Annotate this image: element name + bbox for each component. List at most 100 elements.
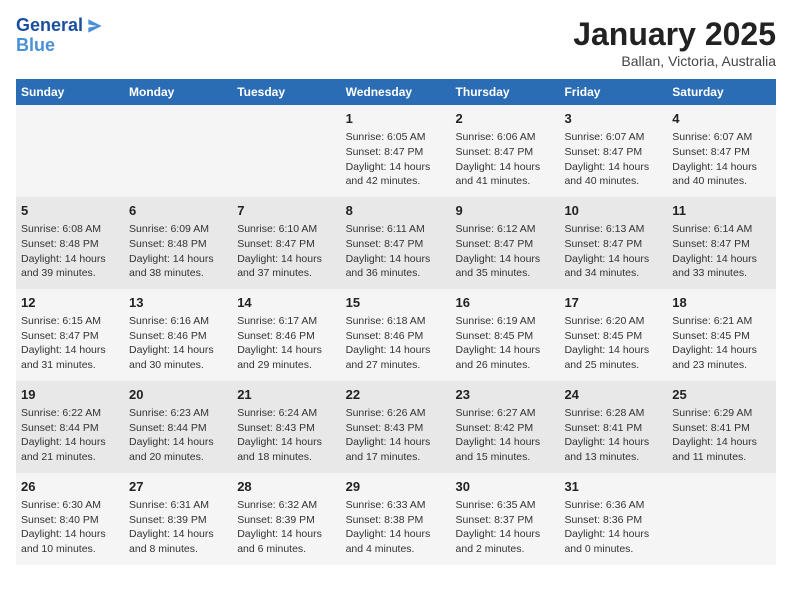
day-number: 12: [21, 294, 119, 312]
day-info: Sunrise: 6:36 AMSunset: 8:36 PMDaylight:…: [564, 498, 662, 557]
day-info: Sunrise: 6:14 AMSunset: 8:47 PMDaylight:…: [672, 222, 771, 281]
day-number: 18: [672, 294, 771, 312]
day-number: 11: [672, 202, 771, 220]
day-number: 5: [21, 202, 119, 220]
calendar-cell: 5 Sunrise: 6:08 AMSunset: 8:48 PMDaylight…: [16, 197, 124, 289]
day-number: 1: [346, 110, 446, 128]
calendar-cell: 28 Sunrise: 6:32 AMSunset: 8:39 PMDayligh…: [232, 473, 340, 565]
calendar-body: 1 Sunrise: 6:05 AMSunset: 8:47 PMDaylight…: [16, 105, 776, 565]
day-number: 23: [456, 386, 555, 404]
calendar-week-row: 12Sunrise: 6:15 AMSunset: 8:47 PMDayligh…: [16, 289, 776, 381]
calendar-cell: 7Sunrise: 6:10 AMSunset: 8:47 PMDaylight…: [232, 197, 340, 289]
day-number: 16: [456, 294, 555, 312]
day-number: 24: [564, 386, 662, 404]
day-info: Sunrise: 6:08 AMSunset: 8:48 PMDaylight:…: [21, 222, 119, 281]
day-info: Sunrise: 6:17 AMSunset: 8:46 PMDaylight:…: [237, 314, 335, 373]
calendar-cell: 23 Sunrise: 6:27 AMSunset: 8:42 PMDayligh…: [451, 381, 560, 473]
day-info: Sunrise: 6:11 AMSunset: 8:47 PMDaylight:…: [346, 222, 446, 281]
calendar-cell: [124, 105, 232, 197]
calendar-cell: 24 Sunrise: 6:28 AMSunset: 8:41 PMDayligh…: [559, 381, 667, 473]
day-info: Sunrise: 6:30 AMSunset: 8:40 PMDaylight:…: [21, 498, 119, 557]
calendar-cell: 16 Sunrise: 6:19 AMSunset: 8:45 PMDayligh…: [451, 289, 560, 381]
day-number: 9: [456, 202, 555, 220]
day-number: 3: [564, 110, 662, 128]
day-info: Sunrise: 6:07 AMSunset: 8:47 PMDaylight:…: [564, 130, 662, 189]
day-number: 14: [237, 294, 335, 312]
day-info: Sunrise: 6:21 AMSunset: 8:45 PMDaylight:…: [672, 314, 771, 373]
calendar-cell: [232, 105, 340, 197]
day-number: 26: [21, 478, 119, 496]
day-info: Sunrise: 6:28 AMSunset: 8:41 PMDaylight:…: [564, 406, 662, 465]
day-info: Sunrise: 6:19 AMSunset: 8:45 PMDaylight:…: [456, 314, 555, 373]
day-number: 28: [237, 478, 335, 496]
calendar-cell: 19Sunrise: 6:22 AMSunset: 8:44 PMDayligh…: [16, 381, 124, 473]
month-title: January 2025: [573, 16, 776, 53]
weekday-header-cell: Thursday: [451, 79, 560, 105]
day-number: 8: [346, 202, 446, 220]
day-info: Sunrise: 6:35 AMSunset: 8:37 PMDaylight:…: [456, 498, 555, 557]
day-number: 7: [237, 202, 335, 220]
calendar-cell: 26 Sunrise: 6:30 AMSunset: 8:40 PMDayligh…: [16, 473, 124, 565]
calendar-week-row: 19Sunrise: 6:22 AMSunset: 8:44 PMDayligh…: [16, 381, 776, 473]
weekday-header-cell: Monday: [124, 79, 232, 105]
day-info: Sunrise: 6:07 AMSunset: 8:47 PMDaylight:…: [672, 130, 771, 189]
location: Ballan, Victoria, Australia: [573, 53, 776, 69]
calendar-cell: 11 Sunrise: 6:14 AMSunset: 8:47 PMDayligh…: [667, 197, 776, 289]
day-info: Sunrise: 6:31 AMSunset: 8:39 PMDaylight:…: [129, 498, 227, 557]
day-info: Sunrise: 6:20 AMSunset: 8:45 PMDaylight:…: [564, 314, 662, 373]
day-number: 22: [346, 386, 446, 404]
calendar-cell: 29 Sunrise: 6:33 AMSunset: 8:38 PMDayligh…: [341, 473, 451, 565]
day-info: Sunrise: 6:09 AMSunset: 8:48 PMDaylight:…: [129, 222, 227, 281]
calendar-cell: 22 Sunrise: 6:26 AMSunset: 8:43 PMDayligh…: [341, 381, 451, 473]
calendar-cell: 8 Sunrise: 6:11 AMSunset: 8:47 PMDaylight…: [341, 197, 451, 289]
page-header: General Blue January 2025 Ballan, Victor…: [16, 16, 776, 69]
weekday-header-row: SundayMondayTuesdayWednesdayThursdayFrid…: [16, 79, 776, 105]
calendar-cell: 13 Sunrise: 6:16 AMSunset: 8:46 PMDayligh…: [124, 289, 232, 381]
day-number: 25: [672, 386, 771, 404]
logo-text-blue: Blue: [16, 36, 105, 56]
day-number: 15: [346, 294, 446, 312]
day-number: 29: [346, 478, 446, 496]
day-number: 17: [564, 294, 662, 312]
calendar-cell: 1 Sunrise: 6:05 AMSunset: 8:47 PMDaylight…: [341, 105, 451, 197]
calendar-cell: 15 Sunrise: 6:18 AMSunset: 8:46 PMDayligh…: [341, 289, 451, 381]
day-info: Sunrise: 6:33 AMSunset: 8:38 PMDaylight:…: [346, 498, 446, 557]
calendar-week-row: 26 Sunrise: 6:30 AMSunset: 8:40 PMDayligh…: [16, 473, 776, 565]
logo-text: General: [16, 16, 105, 36]
calendar-cell: 12Sunrise: 6:15 AMSunset: 8:47 PMDayligh…: [16, 289, 124, 381]
calendar-table: SundayMondayTuesdayWednesdayThursdayFrid…: [16, 79, 776, 565]
weekday-header-cell: Sunday: [16, 79, 124, 105]
calendar-cell: 20 Sunrise: 6:23 AMSunset: 8:44 PMDayligh…: [124, 381, 232, 473]
weekday-header-cell: Saturday: [667, 79, 776, 105]
day-info: Sunrise: 6:29 AMSunset: 8:41 PMDaylight:…: [672, 406, 771, 465]
calendar-cell: [16, 105, 124, 197]
calendar-cell: 14 Sunrise: 6:17 AMSunset: 8:46 PMDayligh…: [232, 289, 340, 381]
calendar-cell: 10Sunrise: 6:13 AMSunset: 8:47 PMDayligh…: [559, 197, 667, 289]
day-info: Sunrise: 6:05 AMSunset: 8:47 PMDaylight:…: [346, 130, 446, 189]
day-info: Sunrise: 6:26 AMSunset: 8:43 PMDaylight:…: [346, 406, 446, 465]
logo-icon: [85, 16, 105, 36]
day-info: Sunrise: 6:24 AMSunset: 8:43 PMDaylight:…: [237, 406, 335, 465]
calendar-cell: 31 Sunrise: 6:36 AMSunset: 8:36 PMDayligh…: [559, 473, 667, 565]
day-number: 2: [456, 110, 555, 128]
calendar-cell: 30 Sunrise: 6:35 AMSunset: 8:37 PMDayligh…: [451, 473, 560, 565]
day-info: Sunrise: 6:27 AMSunset: 8:42 PMDaylight:…: [456, 406, 555, 465]
weekday-header-cell: Tuesday: [232, 79, 340, 105]
day-number: 19: [21, 386, 119, 404]
day-number: 31: [564, 478, 662, 496]
day-info: Sunrise: 6:18 AMSunset: 8:46 PMDaylight:…: [346, 314, 446, 373]
calendar-cell: [667, 473, 776, 565]
day-info: Sunrise: 6:32 AMSunset: 8:39 PMDaylight:…: [237, 498, 335, 557]
calendar-week-row: 1 Sunrise: 6:05 AMSunset: 8:47 PMDaylight…: [16, 105, 776, 197]
calendar-cell: 18 Sunrise: 6:21 AMSunset: 8:45 PMDayligh…: [667, 289, 776, 381]
day-info: Sunrise: 6:23 AMSunset: 8:44 PMDaylight:…: [129, 406, 227, 465]
day-info: Sunrise: 6:16 AMSunset: 8:46 PMDaylight:…: [129, 314, 227, 373]
calendar-cell: 27 Sunrise: 6:31 AMSunset: 8:39 PMDayligh…: [124, 473, 232, 565]
calendar-cell: 6Sunrise: 6:09 AMSunset: 8:48 PMDaylight…: [124, 197, 232, 289]
day-number: 30: [456, 478, 555, 496]
day-number: 27: [129, 478, 227, 496]
calendar-cell: 17 Sunrise: 6:20 AMSunset: 8:45 PMDayligh…: [559, 289, 667, 381]
day-info: Sunrise: 6:12 AMSunset: 8:47 PMDaylight:…: [456, 222, 555, 281]
day-number: 13: [129, 294, 227, 312]
day-number: 20: [129, 386, 227, 404]
